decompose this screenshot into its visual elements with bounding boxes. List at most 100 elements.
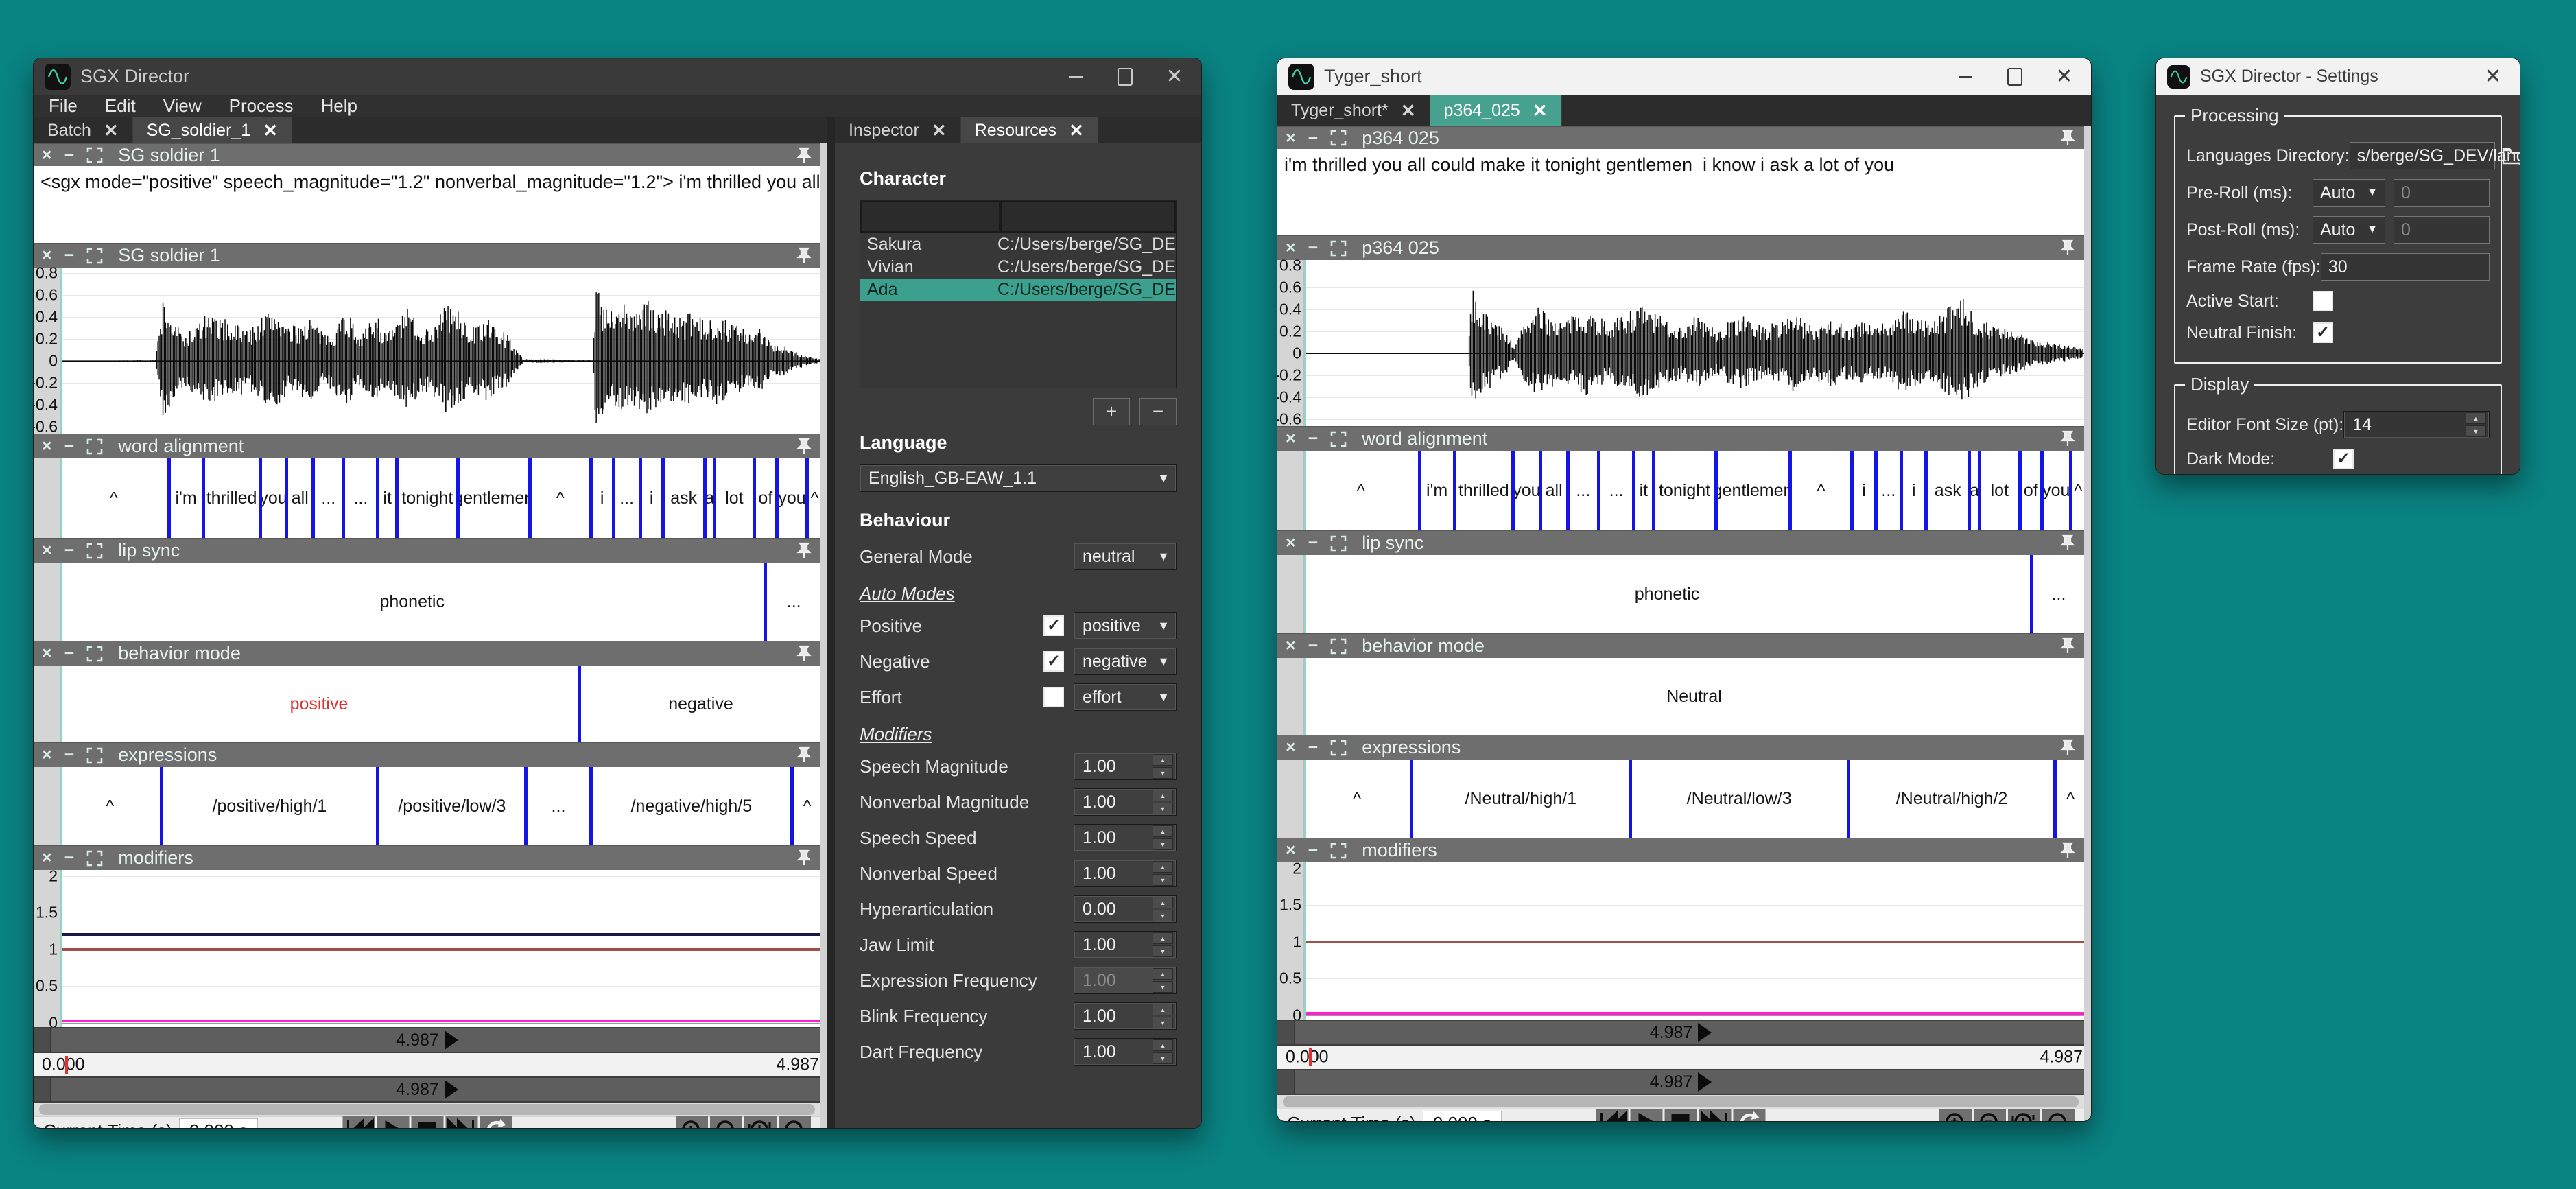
close-icon[interactable]: × [42, 438, 52, 455]
skip-to-end-button[interactable] [445, 1116, 477, 1129]
spin-up-icon[interactable]: ▲ [1153, 1039, 1173, 1051]
minimize-icon[interactable]: − [64, 746, 75, 764]
pin-icon[interactable] [796, 147, 812, 164]
pin-icon[interactable] [2059, 637, 2076, 655]
pin-icon[interactable] [2059, 430, 2076, 447]
zoom-in-button[interactable] [676, 1116, 708, 1129]
segment[interactable]: you [1515, 451, 1542, 530]
horizontal-scrollbar[interactable] [1277, 1095, 2084, 1109]
post-roll-value-field[interactable]: 0 [2394, 216, 2490, 244]
horizontal-scrollbar[interactable] [34, 1103, 820, 1116]
modifier-spinner[interactable]: 1.00▲▼ [1074, 860, 1177, 887]
segment[interactable]: phonetic [60, 563, 767, 641]
expand-icon[interactable] [1330, 130, 1347, 146]
expand-icon[interactable] [1330, 843, 1347, 859]
play-button[interactable] [377, 1116, 409, 1129]
pin-icon[interactable] [796, 542, 812, 559]
timeline-ruler[interactable]: 0.0004.987 [1277, 1046, 2084, 1069]
active-start-checkbox[interactable] [2313, 291, 2333, 311]
titlebar[interactable]: SGX Director - Settings ✕ [2156, 58, 2520, 95]
segment[interactable]: ... [767, 563, 820, 641]
segment[interactable]: i'm [171, 458, 205, 538]
current-time-field[interactable]: 0.000 s [179, 1118, 258, 1129]
segment-track[interactable]: ^/Neutral/high/1/Neutral/low/3/Neutral/h… [1304, 760, 2084, 838]
languages-directory-field[interactable]: s/berge/SG_DEV/languages [2350, 142, 2495, 169]
segment[interactable]: /negative/high/5 [593, 767, 794, 845]
segment[interactable]: lot [716, 458, 756, 538]
titlebar[interactable]: SGX Director ✕ [34, 58, 1201, 95]
playhead-cursor[interactable] [1304, 760, 1306, 838]
close-icon[interactable]: × [42, 542, 52, 559]
segment[interactable]: ^ [60, 767, 163, 845]
minimize-icon[interactable]: − [64, 438, 75, 455]
menu-item-file[interactable]: File [49, 95, 78, 117]
close-icon[interactable]: × [42, 147, 52, 164]
zoom-out-button[interactable] [1974, 1109, 2006, 1122]
segment[interactable]: /Neutral/high/1 [1413, 760, 1631, 838]
segment[interactable]: ^ [1304, 760, 1413, 838]
segment[interactable]: Neutral [1304, 658, 2084, 735]
segment[interactable]: i [593, 458, 615, 538]
loop-button[interactable] [1734, 1109, 1766, 1122]
auto-mode-select[interactable]: positive▼ [1074, 612, 1177, 639]
segment[interactable]: ... [615, 458, 642, 538]
segment[interactable]: you [2044, 451, 2072, 530]
close-icon[interactable]: × [42, 247, 52, 264]
text-editor[interactable]: i'm thrilled you all could make it tonig… [1277, 149, 2084, 235]
segment[interactable]: /Neutral/low/3 [1632, 760, 1850, 838]
minimize-icon[interactable]: − [1308, 534, 1319, 552]
segment[interactable]: ^ [809, 458, 820, 538]
segment[interactable]: of [2022, 451, 2044, 530]
pre-roll-value-field[interactable]: 0 [2394, 179, 2490, 207]
spin-down-icon[interactable]: ▼ [1153, 874, 1173, 886]
minimize-icon[interactable]: − [64, 147, 75, 164]
modifier-spinner[interactable]: 1.00▲▼ [1074, 753, 1177, 780]
segment[interactable]: i [1903, 451, 1928, 530]
expand-icon[interactable] [1330, 638, 1347, 655]
skip-to-start-button[interactable] [1596, 1109, 1629, 1122]
spin-down-icon[interactable]: ▼ [2466, 425, 2486, 437]
playhead-marker[interactable] [65, 1056, 68, 1074]
character-row[interactable]: VivianC:/Users/berge/SG_DEV/SG_Characte.… [860, 256, 1176, 279]
spin-up-icon[interactable]: ▲ [1153, 968, 1173, 980]
segment[interactable]: ^ [2072, 451, 2084, 530]
segment[interactable]: ... [1570, 451, 1600, 530]
timeline-zoom-handle[interactable] [1277, 1021, 1295, 1044]
tab-close-icon[interactable]: ✕ [1533, 100, 1548, 121]
minimize-icon[interactable]: − [1308, 739, 1319, 756]
expand-icon[interactable] [86, 850, 103, 867]
close-icon[interactable]: × [1286, 739, 1296, 756]
play-button[interactable] [1631, 1109, 1663, 1122]
segment[interactable]: i [642, 458, 665, 538]
zoom-select-button[interactable] [2042, 1109, 2075, 1122]
spin-down-icon[interactable]: ▼ [1153, 803, 1173, 814]
timeline-zoom-bar[interactable]: 4.987 [34, 1076, 820, 1103]
expand-icon[interactable] [1330, 740, 1347, 756]
zoom-in-button[interactable] [1939, 1109, 1972, 1122]
maximize-icon[interactable] [1116, 68, 1134, 86]
close-icon[interactable]: × [1286, 637, 1296, 655]
minimize-icon[interactable]: − [64, 542, 75, 559]
segment[interactable]: you [779, 458, 809, 538]
character-row[interactable]: SakuraC:/Users/berge/SG_DEV/SG_Characte.… [860, 233, 1176, 256]
spin-up-icon[interactable]: ▲ [1153, 897, 1173, 908]
spin-down-icon[interactable]: ▼ [1153, 945, 1173, 957]
segment[interactable]: it [1635, 451, 1655, 530]
segment-track[interactable]: phonetic... [1304, 555, 2084, 633]
close-icon[interactable]: × [1286, 430, 1296, 447]
minimize-icon[interactable]: − [1308, 130, 1319, 147]
segment[interactable]: /positive/high/1 [163, 767, 380, 845]
segment[interactable]: tonight [399, 458, 460, 538]
segment[interactable]: thrilled [1456, 451, 1515, 530]
segment[interactable]: all [1542, 451, 1570, 530]
character-path-column-header[interactable] [1000, 201, 1176, 233]
segment[interactable]: ... [345, 458, 379, 538]
spin-up-icon[interactable]: ▲ [1153, 790, 1173, 801]
minimize-icon[interactable] [1957, 68, 1974, 86]
playhead-cursor[interactable] [1304, 658, 1306, 735]
segment[interactable]: ^ [60, 458, 171, 538]
segment[interactable]: i'm [1421, 451, 1456, 530]
spin-up-icon[interactable]: ▲ [1153, 932, 1173, 944]
timeline-ruler[interactable]: 0.0004.987 [34, 1053, 820, 1076]
modifier-spinner[interactable]: 1.00▲▼ [1074, 931, 1177, 958]
